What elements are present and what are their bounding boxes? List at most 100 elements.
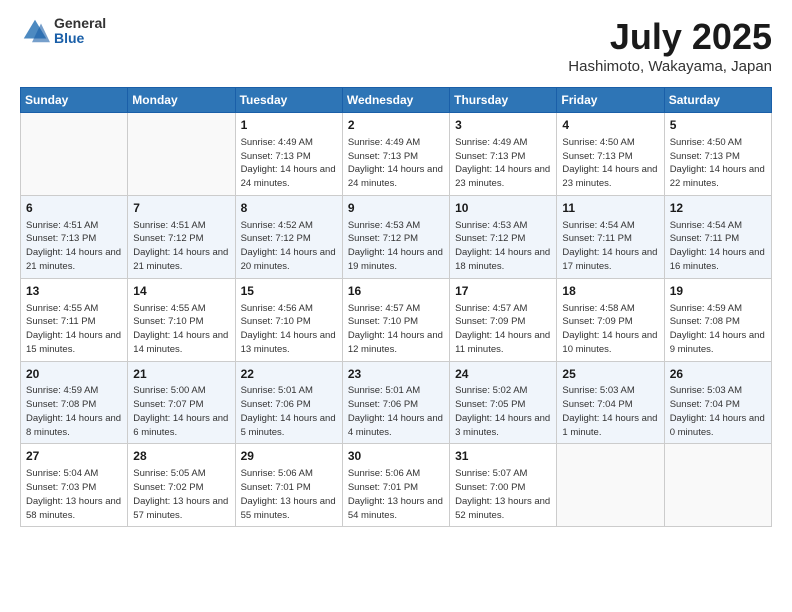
day-of-week-header: Tuesday xyxy=(235,88,342,113)
day-number: 20 xyxy=(26,366,122,383)
day-number: 27 xyxy=(26,448,122,465)
day-number: 8 xyxy=(241,200,337,217)
day-info: Sunrise: 4:50 AMSunset: 7:13 PMDaylight:… xyxy=(670,136,766,191)
day-number: 14 xyxy=(133,283,229,300)
day-number: 12 xyxy=(670,200,766,217)
day-number: 3 xyxy=(455,117,551,134)
day-info: Sunrise: 4:57 AMSunset: 7:09 PMDaylight:… xyxy=(455,302,551,357)
day-of-week-header: Sunday xyxy=(21,88,128,113)
calendar-subtitle: Hashimoto, Wakayama, Japan xyxy=(568,58,772,75)
day-of-week-header: Monday xyxy=(128,88,235,113)
calendar-week-row: 1 Sunrise: 4:49 AMSunset: 7:13 PMDaylight… xyxy=(21,113,772,196)
calendar-week-row: 20Sunrise: 4:59 AMSunset: 7:08 PMDayligh… xyxy=(21,361,772,444)
day-info: Sunrise: 5:07 AMSunset: 7:00 PMDaylight:… xyxy=(455,467,551,522)
calendar-day-cell: 21Sunrise: 5:00 AMSunset: 7:07 PMDayligh… xyxy=(128,361,235,444)
day-of-week-header: Thursday xyxy=(450,88,557,113)
day-info: Sunrise: 5:03 AMSunset: 7:04 PMDaylight:… xyxy=(670,384,766,439)
calendar-day-cell: 12Sunrise: 4:54 AMSunset: 7:11 PMDayligh… xyxy=(664,195,771,278)
day-number: 18 xyxy=(562,283,658,300)
calendar-week-row: 27 Sunrise: 5:04 AMSunset: 7:03 PMDayligh… xyxy=(21,444,772,527)
day-info: Sunrise: 4:57 AMSunset: 7:10 PMDaylight:… xyxy=(348,302,444,357)
day-number: 30 xyxy=(348,448,444,465)
logo-text: General Blue xyxy=(54,16,106,47)
logo-general: General xyxy=(54,16,106,31)
page: General Blue July 2025 Hashimoto, Wakaya… xyxy=(0,0,792,543)
calendar-day-cell: 24Sunrise: 5:02 AMSunset: 7:05 PMDayligh… xyxy=(450,361,557,444)
calendar-day-cell: 6Sunrise: 4:51 AMSunset: 7:13 PMDaylight… xyxy=(21,195,128,278)
calendar-day-cell: 16 Sunrise: 4:57 AMSunset: 7:10 PMDayligh… xyxy=(342,278,449,361)
calendar-day-cell: 3 Sunrise: 4:49 AMSunset: 7:13 PMDaylight… xyxy=(450,113,557,196)
day-number: 6 xyxy=(26,200,122,217)
calendar-day-cell: 22Sunrise: 5:01 AMSunset: 7:06 PMDayligh… xyxy=(235,361,342,444)
logo-icon xyxy=(20,16,50,46)
calendar-day-cell: 13 Sunrise: 4:55 AMSunset: 7:11 PMDayligh… xyxy=(21,278,128,361)
day-of-week-header: Saturday xyxy=(664,88,771,113)
calendar-day-cell: 29 Sunrise: 5:06 AMSunset: 7:01 PMDayligh… xyxy=(235,444,342,527)
calendar-day-cell: 17Sunrise: 4:57 AMSunset: 7:09 PMDayligh… xyxy=(450,278,557,361)
day-number: 22 xyxy=(241,366,337,383)
day-number: 29 xyxy=(241,448,337,465)
day-of-week-header: Wednesday xyxy=(342,88,449,113)
day-number: 1 xyxy=(241,117,337,134)
day-number: 31 xyxy=(455,448,551,465)
logo: General Blue xyxy=(20,16,106,47)
calendar-table: SundayMondayTuesdayWednesdayThursdayFrid… xyxy=(20,87,772,527)
header: General Blue July 2025 Hashimoto, Wakaya… xyxy=(20,16,772,75)
day-info: Sunrise: 5:06 AMSunset: 7:01 PMDaylight:… xyxy=(241,467,337,522)
day-info: Sunrise: 4:49 AMSunset: 7:13 PMDaylight:… xyxy=(455,136,551,191)
day-info: Sunrise: 5:05 AMSunset: 7:02 PMDaylight:… xyxy=(133,467,229,522)
calendar-title: July 2025 xyxy=(568,16,772,58)
calendar-day-cell: 28 Sunrise: 5:05 AMSunset: 7:02 PMDayligh… xyxy=(128,444,235,527)
calendar-day-cell xyxy=(664,444,771,527)
day-info: Sunrise: 4:55 AMSunset: 7:11 PMDaylight:… xyxy=(26,302,122,357)
day-info: Sunrise: 4:58 AMSunset: 7:09 PMDaylight:… xyxy=(562,302,658,357)
day-info: Sunrise: 4:59 AMSunset: 7:08 PMDaylight:… xyxy=(26,384,122,439)
day-info: Sunrise: 4:49 AMSunset: 7:13 PMDaylight:… xyxy=(241,136,337,191)
calendar-week-row: 6Sunrise: 4:51 AMSunset: 7:13 PMDaylight… xyxy=(21,195,772,278)
day-info: Sunrise: 5:04 AMSunset: 7:03 PMDaylight:… xyxy=(26,467,122,522)
day-info: Sunrise: 5:01 AMSunset: 7:06 PMDaylight:… xyxy=(241,384,337,439)
day-info: Sunrise: 4:54 AMSunset: 7:11 PMDaylight:… xyxy=(562,219,658,274)
calendar-day-cell: 9Sunrise: 4:53 AMSunset: 7:12 PMDaylight… xyxy=(342,195,449,278)
day-info: Sunrise: 5:01 AMSunset: 7:06 PMDaylight:… xyxy=(348,384,444,439)
calendar-day-cell: 25Sunrise: 5:03 AMSunset: 7:04 PMDayligh… xyxy=(557,361,664,444)
calendar-day-cell: 27 Sunrise: 5:04 AMSunset: 7:03 PMDayligh… xyxy=(21,444,128,527)
day-info: Sunrise: 4:50 AMSunset: 7:13 PMDaylight:… xyxy=(562,136,658,191)
day-info: Sunrise: 4:53 AMSunset: 7:12 PMDaylight:… xyxy=(455,219,551,274)
day-number: 5 xyxy=(670,117,766,134)
calendar-day-cell: 14 Sunrise: 4:55 AMSunset: 7:10 PMDayligh… xyxy=(128,278,235,361)
day-number: 16 xyxy=(348,283,444,300)
day-number: 9 xyxy=(348,200,444,217)
day-info: Sunrise: 5:03 AMSunset: 7:04 PMDaylight:… xyxy=(562,384,658,439)
calendar-day-cell: 18 Sunrise: 4:58 AMSunset: 7:09 PMDayligh… xyxy=(557,278,664,361)
calendar-day-cell: 1 Sunrise: 4:49 AMSunset: 7:13 PMDaylight… xyxy=(235,113,342,196)
day-number: 25 xyxy=(562,366,658,383)
day-number: 7 xyxy=(133,200,229,217)
day-info: Sunrise: 4:49 AMSunset: 7:13 PMDaylight:… xyxy=(348,136,444,191)
day-info: Sunrise: 4:56 AMSunset: 7:10 PMDaylight:… xyxy=(241,302,337,357)
day-number: 11 xyxy=(562,200,658,217)
calendar-day-cell: 11 Sunrise: 4:54 AMSunset: 7:11 PMDayligh… xyxy=(557,195,664,278)
calendar-day-cell: 19Sunrise: 4:59 AMSunset: 7:08 PMDayligh… xyxy=(664,278,771,361)
calendar-day-cell xyxy=(21,113,128,196)
day-info: Sunrise: 5:02 AMSunset: 7:05 PMDaylight:… xyxy=(455,384,551,439)
day-number: 13 xyxy=(26,283,122,300)
day-number: 28 xyxy=(133,448,229,465)
calendar-week-row: 13 Sunrise: 4:55 AMSunset: 7:11 PMDayligh… xyxy=(21,278,772,361)
day-info: Sunrise: 4:51 AMSunset: 7:12 PMDaylight:… xyxy=(133,219,229,274)
day-info: Sunrise: 4:55 AMSunset: 7:10 PMDaylight:… xyxy=(133,302,229,357)
day-number: 23 xyxy=(348,366,444,383)
calendar-day-cell: 10Sunrise: 4:53 AMSunset: 7:12 PMDayligh… xyxy=(450,195,557,278)
day-number: 24 xyxy=(455,366,551,383)
calendar-day-cell: 26Sunrise: 5:03 AMSunset: 7:04 PMDayligh… xyxy=(664,361,771,444)
calendar-day-cell: 7 Sunrise: 4:51 AMSunset: 7:12 PMDaylight… xyxy=(128,195,235,278)
day-info: Sunrise: 4:52 AMSunset: 7:12 PMDaylight:… xyxy=(241,219,337,274)
calendar-day-cell xyxy=(128,113,235,196)
day-number: 26 xyxy=(670,366,766,383)
day-number: 2 xyxy=(348,117,444,134)
day-info: Sunrise: 5:06 AMSunset: 7:01 PMDaylight:… xyxy=(348,467,444,522)
title-area: July 2025 Hashimoto, Wakayama, Japan xyxy=(568,16,772,75)
logo-blue: Blue xyxy=(54,31,106,46)
calendar-day-cell: 20Sunrise: 4:59 AMSunset: 7:08 PMDayligh… xyxy=(21,361,128,444)
day-info: Sunrise: 5:00 AMSunset: 7:07 PMDaylight:… xyxy=(133,384,229,439)
